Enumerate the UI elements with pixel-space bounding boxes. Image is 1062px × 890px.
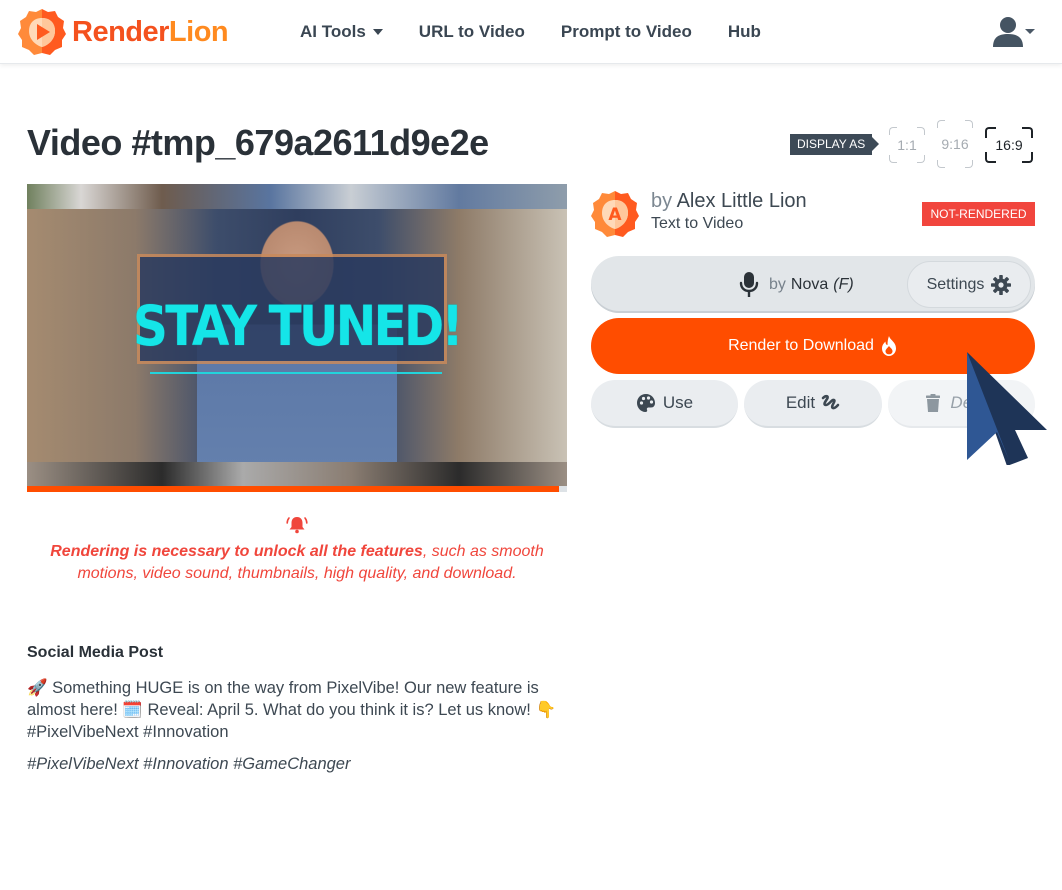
ratio-label: 9:16 (941, 136, 969, 152)
trash-icon (926, 394, 941, 412)
frame-corner (889, 127, 897, 135)
ratio-1-1-button[interactable]: 1:1 (889, 127, 925, 163)
ratio-9-16-button[interactable]: 9:16 (937, 120, 973, 168)
signature-icon (821, 394, 840, 410)
nav-hub[interactable]: Hub (728, 22, 761, 42)
brand-name: RenderLion (72, 15, 229, 49)
video-bottom-strip (27, 462, 567, 486)
microphone-icon (739, 271, 759, 297)
use-label: Use (662, 393, 694, 412)
voice-settings-button[interactable]: Settings (907, 261, 1031, 308)
author-name[interactable]: Alex Little Lion (677, 190, 807, 212)
frame-corner (965, 120, 973, 128)
delete-label: Delete (950, 393, 1000, 412)
render-required-message: Rendering is necessary to unlock all the… (27, 541, 567, 585)
ratio-16-9-button[interactable]: 16:9 (985, 127, 1033, 163)
use-button[interactable]: Use (591, 380, 738, 428)
gear-icon (991, 274, 1012, 295)
voice-selector[interactable]: by Nova (F) Settings (591, 256, 1035, 313)
frame-corner (965, 160, 973, 168)
nav-links: AI Tools URL to Video Prompt to Video Hu… (300, 0, 797, 64)
navbar: RenderLion AI Tools URL to Video Prompt … (0, 0, 1062, 64)
page-title: Video #tmp_679a2611d9e2e (27, 122, 489, 163)
frame-corner (1022, 127, 1033, 138)
frame-corner (1022, 152, 1033, 163)
palette-icon (636, 394, 655, 412)
avatar-letter: A (608, 205, 622, 225)
renderlion-logo-icon (18, 9, 66, 55)
author-by-label: by (651, 190, 673, 212)
frame-corner (917, 155, 925, 163)
voice-info: by Nova (F) (739, 256, 854, 313)
brand-name-part1: Render (72, 15, 169, 48)
video-progress-fill (27, 486, 559, 492)
social-post-hashtags: #PixelVibeNext #Innovation #GameChanger (27, 755, 351, 773)
nav-ai-tools[interactable]: AI Tools (300, 22, 383, 42)
video-type: Text to Video (651, 215, 744, 232)
bell-ringing-icon (286, 517, 308, 534)
display-as-label: DISPLAY AS (790, 134, 880, 155)
author-line: by Alex Little Lion (651, 190, 807, 213)
nav-url-to-video[interactable]: URL to Video (419, 22, 525, 42)
author-avatar[interactable]: A (590, 189, 640, 239)
nav-ai-tools-label: AI Tools (300, 22, 366, 41)
video-overlay-underline (150, 372, 442, 374)
brand-name-part2: Lion (168, 15, 229, 48)
nav-prompt-to-video[interactable]: Prompt to Video (561, 22, 692, 42)
status-badge: NOT-RENDERED (922, 202, 1035, 226)
voice-gender: (F) (833, 275, 854, 293)
caret-down-icon (372, 29, 383, 35)
video-preview[interactable]: STAY TUNED! (27, 184, 567, 486)
settings-label: Settings (926, 275, 985, 293)
user-icon (993, 17, 1023, 47)
frame-corner (889, 155, 897, 163)
frame-corner (937, 160, 945, 168)
video-progress-bar[interactable] (27, 486, 567, 492)
render-required-bold: Rendering is necessary to unlock all the… (50, 543, 423, 560)
ratio-label: 1:1 (897, 137, 917, 153)
frame-corner (985, 127, 996, 138)
video-overlay-text: STAY TUNED! (133, 294, 464, 358)
edit-button[interactable]: Edit (744, 380, 882, 428)
frame-corner (937, 120, 945, 128)
social-post-body: 🚀 Something HUGE is on the way from Pixe… (27, 679, 556, 741)
render-label: Render to Download (728, 337, 874, 354)
delete-button[interactable]: Delete (888, 380, 1035, 428)
video-top-strip (27, 184, 567, 209)
frame-corner (985, 152, 996, 163)
ratio-label: 16:9 (995, 137, 1023, 153)
voice-by-label: by (769, 275, 786, 293)
social-post-title: Social Media Post (27, 644, 164, 661)
user-menu-button[interactable] (992, 16, 1035, 47)
edit-label: Edit (785, 393, 816, 412)
fire-icon (881, 336, 896, 356)
render-to-download-button[interactable]: Render to Download (591, 318, 1035, 374)
voice-name: Nova (790, 275, 829, 293)
caret-down-icon (1025, 29, 1035, 34)
frame-corner (917, 127, 925, 135)
brand-logo-link[interactable]: RenderLion (17, 7, 229, 57)
